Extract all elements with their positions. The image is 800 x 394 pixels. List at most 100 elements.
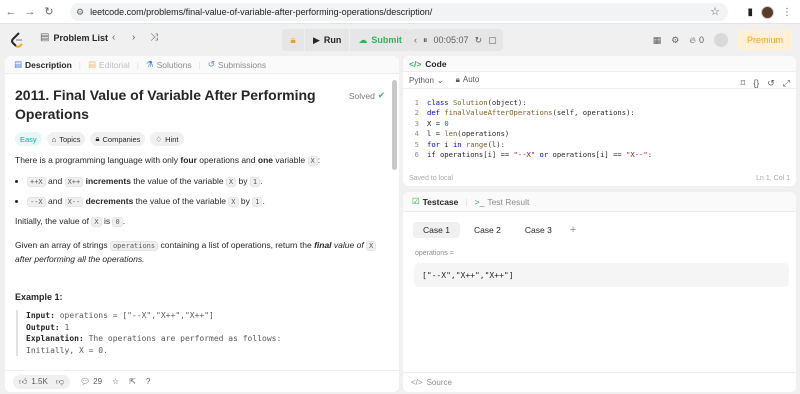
random-problem-button[interactable]: ⤨ bbox=[150, 32, 158, 43]
prev-problem-button[interactable]: ‹ bbox=[112, 32, 115, 43]
init-text: Initially, the value of bbox=[15, 216, 92, 226]
submit-button[interactable]: ☁ Submit bbox=[350, 29, 410, 51]
code-operations: operations bbox=[109, 241, 159, 251]
tab-divider: | bbox=[198, 59, 201, 70]
reset-timer-icon[interactable]: ↻ bbox=[475, 35, 483, 46]
code-x: X bbox=[91, 217, 102, 227]
note-icon[interactable]: ▢ bbox=[488, 35, 497, 46]
tab-testcase[interactable]: ☑ Testcase bbox=[409, 196, 461, 207]
like-button[interactable]: 👍︎ 1.5K 👎︎ bbox=[13, 374, 70, 389]
mode-label: Auto bbox=[462, 75, 480, 84]
reset-icon[interactable]: ↺ bbox=[767, 78, 775, 89]
browser-profile-avatar[interactable] bbox=[761, 5, 774, 19]
topics-tag[interactable]: ⌂ Topics bbox=[46, 132, 86, 146]
difficulty-badge: Easy bbox=[15, 132, 42, 146]
help-icon[interactable]: ? bbox=[146, 377, 150, 386]
tab-solutions[interactable]: ⚗ Solutions bbox=[143, 59, 195, 70]
thumbs-up-icon: 👍︎ bbox=[19, 376, 28, 386]
code-dec-postfix: X-- bbox=[64, 197, 84, 207]
browser-menu-icon[interactable]: ⋮ bbox=[782, 7, 792, 18]
leetcode-logo-icon[interactable] bbox=[10, 32, 24, 48]
case-tab-2[interactable]: Case 2 bbox=[464, 222, 511, 238]
tab-editorial-label: Editorial bbox=[99, 59, 130, 70]
given-text: after performing all the operations. bbox=[15, 254, 145, 264]
user-avatar[interactable] bbox=[713, 33, 728, 47]
bookmark-icon[interactable]: ⌑ bbox=[741, 78, 746, 89]
pause-icon[interactable]: ⏸ bbox=[423, 35, 428, 46]
cursor-position: Ln 1, Col 1 bbox=[756, 174, 790, 182]
chevron-left-icon: ‹ bbox=[112, 32, 116, 43]
problem-title[interactable]: 2011. Final Value of Variable After Perf… bbox=[15, 86, 325, 124]
explanation-text: The operations are performed as follows: bbox=[83, 334, 282, 343]
case-tab-1[interactable]: Case 1 bbox=[413, 222, 460, 238]
language-select[interactable]: Python ⌄ bbox=[409, 76, 444, 85]
tab-test-result[interactable]: >_ Test Result bbox=[472, 197, 533, 207]
check-circle-icon: ✔ bbox=[377, 90, 385, 100]
problem-list-button[interactable]: ▤ Problem List bbox=[40, 32, 108, 43]
case-tab-3[interactable]: Case 3 bbox=[515, 222, 562, 238]
code-line: 5 for i in range(l): bbox=[414, 139, 505, 149]
code-tabbar: </> Code bbox=[403, 56, 796, 72]
test-footer: </> Source bbox=[403, 372, 796, 392]
add-case-icon[interactable]: + bbox=[570, 224, 576, 236]
premium-button[interactable]: Premium bbox=[737, 30, 792, 50]
tab-editorial[interactable]: ▤ Editorial bbox=[85, 59, 133, 70]
code-x: X bbox=[307, 156, 318, 166]
intro-text: variable bbox=[273, 155, 308, 165]
code-x: X bbox=[366, 241, 377, 251]
notifications-button[interactable]: 🔥︎ 0 bbox=[689, 35, 704, 46]
collapse-timer-icon[interactable]: ‹ bbox=[414, 35, 417, 45]
reload-icon[interactable]: ↻ bbox=[41, 4, 57, 20]
lock-icon: 🔒︎ bbox=[290, 34, 296, 46]
back-icon[interactable]: ← bbox=[3, 4, 19, 20]
tab-submissions[interactable]: ↺ Submissions bbox=[205, 59, 269, 70]
description-scrollbar[interactable] bbox=[392, 80, 397, 170]
run-button[interactable]: ▶ Run bbox=[305, 29, 350, 51]
source-button[interactable]: Source bbox=[427, 378, 452, 387]
auto-mode[interactable]: 🔒︎ Auto bbox=[456, 75, 480, 85]
checkbox-icon: ☑ bbox=[412, 196, 420, 206]
tab-description-label: Description bbox=[25, 59, 72, 70]
source-icon: </> bbox=[411, 378, 423, 387]
bookmark-star-icon[interactable]: ☆ bbox=[710, 5, 720, 18]
history-icon: ↺ bbox=[207, 59, 215, 69]
variable-label: operations = bbox=[415, 250, 454, 257]
timer-group: ‹ ⏸ 00:05:07 ↻ ▢ bbox=[408, 29, 503, 51]
sidepanel-icon[interactable]: ▮ bbox=[747, 7, 753, 18]
debugger-button[interactable]: 🔒︎ bbox=[282, 29, 304, 51]
code-editor[interactable]: 1 class Solution(object): 2 def finalValu… bbox=[403, 98, 796, 160]
site-info-icon[interactable]: ⚙ bbox=[76, 7, 84, 18]
output-value: 1 bbox=[59, 322, 70, 332]
share-icon[interactable]: ⇱ bbox=[129, 377, 136, 386]
code-x: X bbox=[228, 197, 239, 207]
expand-icon[interactable]: ⤢ bbox=[783, 78, 790, 89]
comments-button[interactable]: 💬︎ 29 bbox=[80, 377, 102, 386]
settings-gear-icon[interactable]: ⚙ bbox=[671, 35, 679, 46]
increments-text: increments bbox=[83, 176, 131, 186]
explanation-line: Initially, X = 0. bbox=[26, 345, 108, 355]
layout-icon[interactable]: ▦ bbox=[653, 35, 662, 46]
next-problem-button[interactable]: › bbox=[132, 32, 135, 43]
companies-tag[interactable]: 🔒︎ Companies bbox=[90, 132, 146, 146]
left-tabbar: ▤ Description | ▤ Editorial | ⚗ Solution… bbox=[5, 56, 399, 74]
braces-icon[interactable]: {} bbox=[753, 78, 759, 89]
tab-description[interactable]: ▤ Description bbox=[11, 59, 75, 70]
and-text: and bbox=[45, 176, 65, 186]
address-bar[interactable]: ⚙ leetcode.com/problems/final-value-of-v… bbox=[70, 3, 728, 21]
hint-tag[interactable]: ♢ Hint bbox=[150, 132, 184, 146]
variable-input[interactable]: ["--X","X++","X++"] bbox=[414, 263, 789, 287]
input-label: Input: bbox=[26, 311, 55, 320]
play-icon: ▶ bbox=[313, 34, 320, 45]
code-footer: Saved to local Ln 1, Col 1 bbox=[403, 170, 796, 186]
description-footer: 👍︎ 1.5K 👎︎ 💬︎ 29 ☆ ⇱ ? bbox=[5, 370, 399, 392]
code-dec-prefix: --X bbox=[27, 197, 46, 207]
code-tab-label[interactable]: Code bbox=[425, 59, 446, 69]
solved-status: Solved ✔ bbox=[349, 90, 385, 101]
star-icon[interactable]: ☆ bbox=[112, 377, 119, 386]
explanation-label: Explanation: bbox=[26, 334, 84, 343]
given-text: containing a list of operations, return … bbox=[158, 240, 315, 250]
forward-icon[interactable]: → bbox=[22, 4, 38, 20]
rest-text: the value of the variable bbox=[133, 196, 229, 206]
final-text: final bbox=[314, 240, 332, 250]
thumbs-down-icon[interactable]: 👎︎ bbox=[56, 377, 64, 387]
